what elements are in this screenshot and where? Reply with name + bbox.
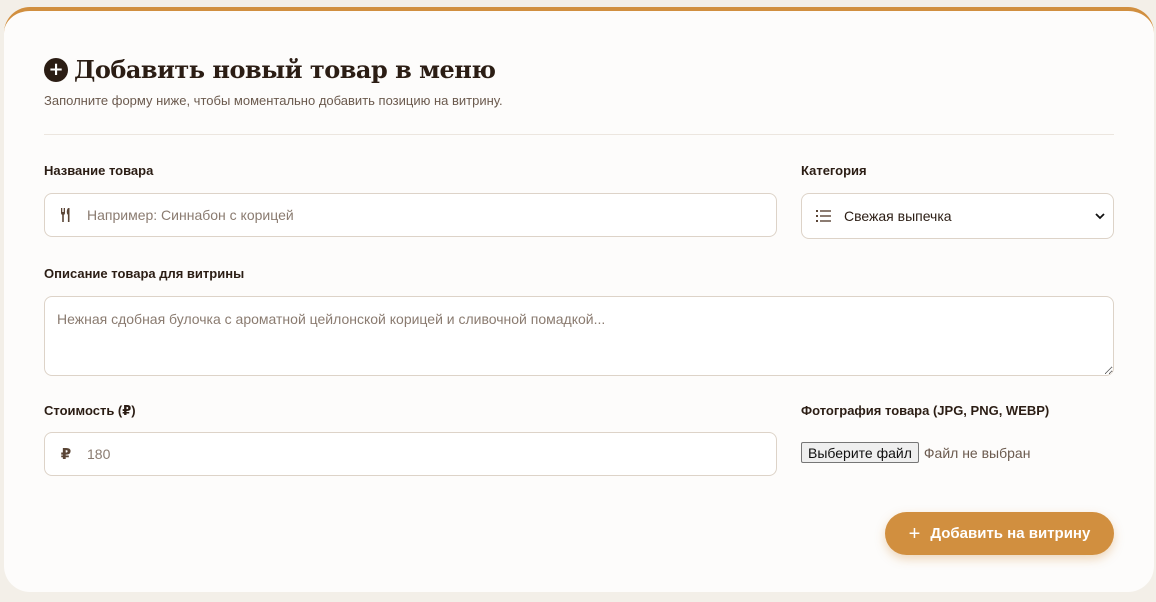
add-to-showcase-button[interactable]: + Добавить на витрину: [885, 512, 1114, 555]
file-status: Файл не выбран: [923, 444, 1031, 461]
add-product-card: + Добавить новый товар в меню Заполните …: [4, 7, 1154, 592]
ruble-icon: ₽: [60, 446, 72, 463]
photo-label: Фотография товара (JPG, PNG, WEBP): [801, 403, 1050, 418]
category-label: Категория: [801, 163, 867, 178]
description-textarea[interactable]: [44, 296, 1114, 376]
plus-icon: +: [908, 522, 921, 545]
choose-file-button[interactable]: Выберите файл: [801, 442, 919, 463]
photo-file-input: Выберите файл Файл не выбран: [801, 442, 1030, 463]
divider: [44, 134, 1114, 135]
product-name-label: Название товара: [44, 163, 154, 178]
price-field[interactable]: ₽: [44, 432, 777, 476]
description-label: Описание товара для витрины: [44, 266, 245, 281]
category-select[interactable]: Свежая выпечка: [801, 193, 1114, 239]
product-name-input[interactable]: [87, 194, 776, 236]
product-name-field[interactable]: [44, 193, 777, 237]
fork-knife-icon: [45, 207, 87, 223]
chevron-down-icon: [1087, 212, 1113, 220]
price-label: Стоимость (₽): [44, 403, 136, 418]
category-selected-value: Свежая выпечка: [844, 208, 952, 224]
list-icon: [802, 210, 844, 222]
plus-circle-icon: +: [44, 57, 68, 82]
form-header: + Добавить новый товар в меню: [44, 55, 496, 84]
add-to-showcase-label: Добавить на витрину: [930, 525, 1091, 542]
price-input[interactable]: [87, 433, 776, 475]
page-subtitle: Заполните форму ниже, чтобы моментально …: [44, 93, 503, 108]
page-title: Добавить новый товар в меню: [74, 55, 496, 84]
